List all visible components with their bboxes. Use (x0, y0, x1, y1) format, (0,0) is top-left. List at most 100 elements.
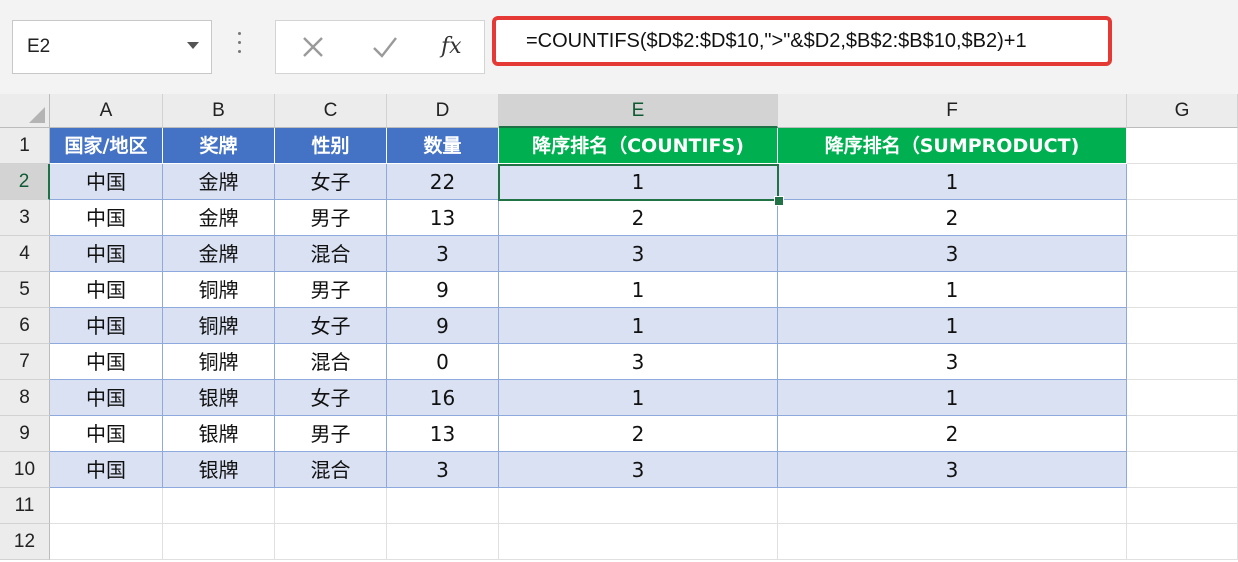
cell-b2[interactable]: 金牌 (163, 164, 275, 200)
column-header-e[interactable]: E (499, 94, 778, 128)
cell-g4[interactable] (1127, 236, 1238, 272)
cell-b4[interactable]: 金牌 (163, 236, 275, 272)
spreadsheet-grid[interactable]: A B C D E F G 1 2 3 4 5 6 7 8 9 10 11 12 国家/地区 奖牌 性别 数量 降序排名（CO… (0, 94, 1238, 562)
cell-a11[interactable] (50, 488, 163, 524)
row-header-2[interactable]: 2 (0, 164, 50, 200)
cell-d10[interactable]: 3 (387, 452, 499, 488)
column-header-c[interactable]: C (275, 94, 387, 128)
cell-e12[interactable] (499, 524, 778, 560)
cell-d1[interactable]: 数量 (387, 128, 499, 164)
select-all-button[interactable] (0, 94, 50, 128)
cell-a10[interactable]: 中国 (50, 452, 163, 488)
cell-e6[interactable]: 1 (499, 308, 778, 344)
row-header-1[interactable]: 1 (0, 128, 50, 164)
cell-f4[interactable]: 3 (778, 236, 1127, 272)
cell-e10[interactable]: 3 (499, 452, 778, 488)
cell-a5[interactable]: 中国 (50, 272, 163, 308)
formula-input[interactable]: =COUNTIFS($D$2:$D$10,">"&$D2,$B$2:$B$10,… (492, 16, 1112, 66)
cell-c5[interactable]: 男子 (275, 272, 387, 308)
cell-c6[interactable]: 女子 (275, 308, 387, 344)
cell-e8[interactable]: 1 (499, 380, 778, 416)
column-header-g[interactable]: G (1127, 94, 1238, 128)
cell-e3[interactable]: 2 (499, 200, 778, 236)
cell-d5[interactable]: 9 (387, 272, 499, 308)
cell-g12[interactable] (1127, 524, 1238, 560)
cell-c12[interactable] (275, 524, 387, 560)
cell-g5[interactable] (1127, 272, 1238, 308)
cell-f10[interactable]: 3 (778, 452, 1127, 488)
cell-a7[interactable]: 中国 (50, 344, 163, 380)
cell-g7[interactable] (1127, 344, 1238, 380)
fill-handle[interactable] (774, 196, 784, 206)
cell-g3[interactable] (1127, 200, 1238, 236)
cell-f12[interactable] (778, 524, 1127, 560)
cell-e5[interactable]: 1 (499, 272, 778, 308)
cell-g11[interactable] (1127, 488, 1238, 524)
cell-b12[interactable] (163, 524, 275, 560)
row-header-9[interactable]: 9 (0, 416, 50, 452)
more-options-icon[interactable] (238, 32, 242, 60)
cell-c8[interactable]: 女子 (275, 380, 387, 416)
chevron-down-icon[interactable] (187, 42, 199, 49)
cell-e9[interactable]: 2 (499, 416, 778, 452)
cell-g1[interactable] (1127, 128, 1238, 164)
cell-b7[interactable]: 铜牌 (163, 344, 275, 380)
cell-d4[interactable]: 3 (387, 236, 499, 272)
cancel-icon[interactable] (296, 30, 330, 64)
cell-e1[interactable]: 降序排名（COUNTIFS) (499, 128, 778, 164)
cell-c10[interactable]: 混合 (275, 452, 387, 488)
row-header-3[interactable]: 3 (0, 200, 50, 236)
cell-c3[interactable]: 男子 (275, 200, 387, 236)
row-header-11[interactable]: 11 (0, 488, 50, 524)
insert-function-icon[interactable]: fx (441, 27, 475, 61)
cell-b10[interactable]: 银牌 (163, 452, 275, 488)
cell-a4[interactable]: 中国 (50, 236, 163, 272)
cell-c7[interactable]: 混合 (275, 344, 387, 380)
row-header-8[interactable]: 8 (0, 380, 50, 416)
cell-a8[interactable]: 中国 (50, 380, 163, 416)
cell-b9[interactable]: 银牌 (163, 416, 275, 452)
row-header-12[interactable]: 12 (0, 524, 50, 560)
cell-a2[interactable]: 中国 (50, 164, 163, 200)
name-box[interactable]: E2 (12, 20, 212, 74)
cell-d6[interactable]: 9 (387, 308, 499, 344)
cell-g6[interactable] (1127, 308, 1238, 344)
cell-b11[interactable] (163, 488, 275, 524)
cell-d8[interactable]: 16 (387, 380, 499, 416)
cell-d9[interactable]: 13 (387, 416, 499, 452)
cell-c9[interactable]: 男子 (275, 416, 387, 452)
column-header-f[interactable]: F (778, 94, 1127, 128)
cell-d3[interactable]: 13 (387, 200, 499, 236)
cell-e2[interactable]: 1 (499, 164, 778, 200)
cell-b1[interactable]: 奖牌 (163, 128, 275, 164)
cell-a6[interactable]: 中国 (50, 308, 163, 344)
cell-b6[interactable]: 铜牌 (163, 308, 275, 344)
cell-a9[interactable]: 中国 (50, 416, 163, 452)
cell-f9[interactable]: 2 (778, 416, 1127, 452)
row-header-5[interactable]: 5 (0, 272, 50, 308)
cell-a1[interactable]: 国家/地区 (50, 128, 163, 164)
cell-f2[interactable]: 1 (778, 164, 1127, 200)
row-header-10[interactable]: 10 (0, 452, 50, 488)
cell-d11[interactable] (387, 488, 499, 524)
cell-a3[interactable]: 中国 (50, 200, 163, 236)
column-header-a[interactable]: A (50, 94, 163, 128)
cell-a12[interactable] (50, 524, 163, 560)
cell-g10[interactable] (1127, 452, 1238, 488)
cell-f11[interactable] (778, 488, 1127, 524)
check-icon[interactable] (368, 30, 402, 64)
cell-f8[interactable]: 1 (778, 380, 1127, 416)
cell-d2[interactable]: 22 (387, 164, 499, 200)
column-header-d[interactable]: D (387, 94, 499, 128)
cell-b5[interactable]: 铜牌 (163, 272, 275, 308)
cell-f6[interactable]: 1 (778, 308, 1127, 344)
cell-b3[interactable]: 金牌 (163, 200, 275, 236)
cell-g8[interactable] (1127, 380, 1238, 416)
cell-e11[interactable] (499, 488, 778, 524)
column-header-b[interactable]: B (163, 94, 275, 128)
cell-e4[interactable]: 3 (499, 236, 778, 272)
cell-d7[interactable]: 0 (387, 344, 499, 380)
cell-f3[interactable]: 2 (778, 200, 1127, 236)
cell-d12[interactable] (387, 524, 499, 560)
cell-c4[interactable]: 混合 (275, 236, 387, 272)
